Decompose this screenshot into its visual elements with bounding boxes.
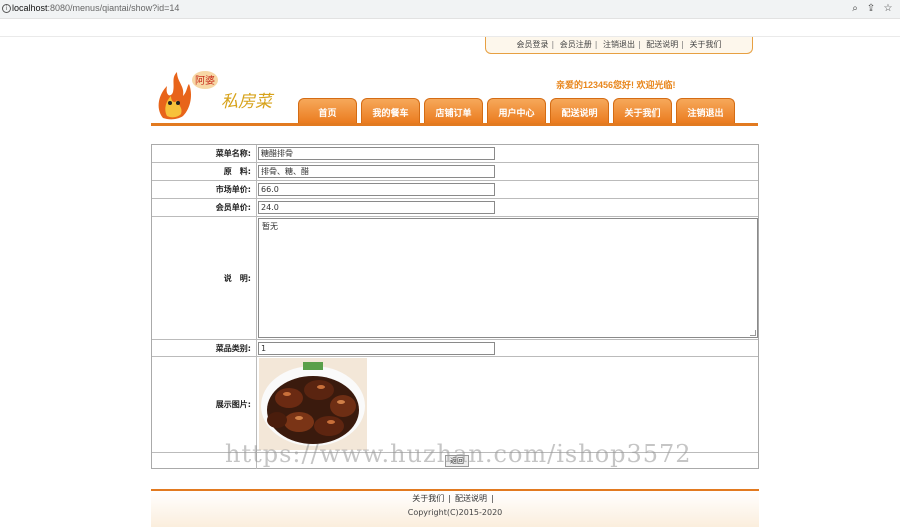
url-field[interactable]: localhost:8080/menus/qiantai/show?id=14	[12, 3, 179, 13]
watermark-text: https://www.huzhan.com/ishop3572	[225, 440, 692, 468]
nav-tab-cart[interactable]: 我的餐车	[361, 98, 420, 124]
material-label: 原 料:	[152, 163, 257, 180]
page-top-divider	[0, 36, 900, 37]
image-label: 展示图片:	[152, 357, 257, 452]
row-material: 原 料: 排骨、糖、醋	[152, 163, 758, 181]
welcome-message: 亲爱的123456您好! 欢迎光临!	[556, 80, 676, 90]
row-dish-name: 菜单名称: 糖醋排骨	[152, 145, 758, 163]
header-underline	[151, 123, 758, 126]
dish-detail-table: 菜单名称: 糖醋排骨 原 料: 排骨、糖、醋 市场单价: 66.0 会员单价: …	[151, 144, 759, 469]
url-host: localhost	[12, 3, 48, 13]
nav-tab-user-center[interactable]: 用户中心	[487, 98, 546, 124]
description-label: 说 明:	[152, 217, 257, 339]
row-member-price: 会员单价: 24.0	[152, 199, 758, 217]
top-link-logout[interactable]: 注销退出	[603, 40, 635, 49]
top-links-bar: 会员登录 | 会员注册 | 注销退出 | 配送说明 | 关于我们	[485, 37, 753, 54]
market-price-field[interactable]: 66.0	[258, 183, 495, 196]
logo-text: 私房菜	[221, 92, 275, 112]
category-label: 菜品类别:	[152, 340, 257, 356]
top-link-login[interactable]: 会员登录	[517, 40, 549, 49]
top-link-register[interactable]: 会员注册	[560, 40, 592, 49]
nav-tab-delivery[interactable]: 配送说明	[550, 98, 609, 124]
top-link-about[interactable]: 关于我们	[690, 40, 722, 49]
top-link-delivery[interactable]: 配送说明	[646, 40, 678, 49]
resize-grip-icon[interactable]	[750, 330, 756, 336]
bookmark-star-icon[interactable]: ☆	[881, 2, 895, 16]
nav-tab-logout[interactable]: 注销退出	[676, 98, 735, 124]
description-textarea[interactable]: 暂无	[258, 218, 758, 338]
row-description: 说 明: 暂无	[152, 217, 758, 340]
site-info-icon[interactable]: i	[2, 4, 11, 13]
site-logo: 阿婆 私房菜	[158, 71, 275, 120]
share-icon[interactable]: ⇪	[864, 2, 878, 16]
dish-name-field[interactable]: 糖醋排骨	[258, 147, 495, 160]
copyright-text: Copyright(C)2015-2020	[407, 508, 503, 517]
description-text: 暂无	[262, 222, 278, 231]
url-path: :8080/menus/qiantai/show?id=14	[47, 3, 180, 13]
dish-name-label: 菜单名称:	[152, 145, 257, 162]
dish-photo	[259, 358, 367, 450]
nav-tab-about[interactable]: 关于我们	[613, 98, 672, 124]
zoom-icon[interactable]: ⌕	[848, 2, 862, 16]
member-price-field[interactable]: 24.0	[258, 201, 495, 214]
footer: 关于我们 | 配送说明 | Copyright(C)2015-2020	[151, 491, 759, 527]
logo-badge-text: 阿婆	[195, 75, 215, 87]
category-field[interactable]: 1	[258, 342, 495, 355]
nav-tab-orders[interactable]: 店铺订单	[424, 98, 483, 124]
nav-tab-home[interactable]: 首页	[298, 98, 357, 124]
market-price-label: 市场单价:	[152, 181, 257, 198]
row-category: 菜品类别: 1	[152, 340, 758, 357]
row-market-price: 市场单价: 66.0	[152, 181, 758, 199]
member-price-label: 会员单价:	[152, 199, 257, 216]
footer-link-delivery[interactable]: 配送说明	[455, 494, 487, 503]
row-image: 展示图片:	[152, 357, 758, 453]
browser-address-bar: i localhost:8080/menus/qiantai/show?id=1…	[0, 0, 900, 19]
material-field[interactable]: 排骨、糖、醋	[258, 165, 495, 178]
footer-link-about[interactable]: 关于我们	[412, 494, 444, 503]
